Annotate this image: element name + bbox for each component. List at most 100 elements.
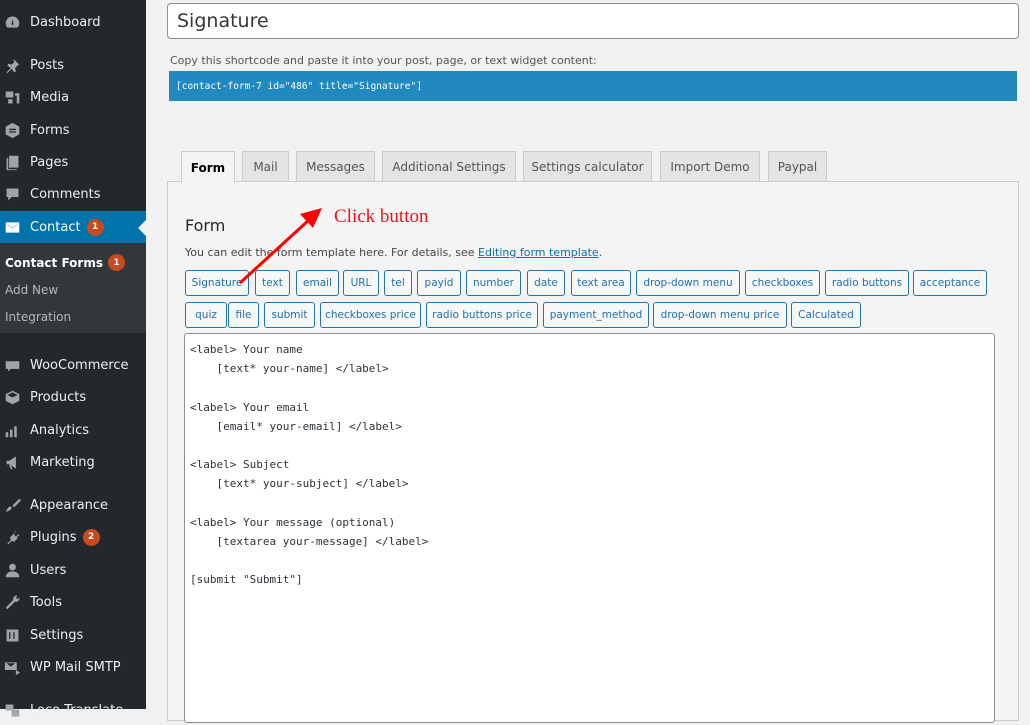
comment-icon — [2, 184, 22, 204]
sidebar-item-dashboard[interactable]: Dashboard — [0, 7, 146, 37]
editing-form-template-link[interactable]: Editing form template — [478, 246, 599, 259]
submenu-label: Integration — [5, 310, 72, 324]
tab-import-demo[interactable]: Import Demo — [660, 151, 760, 182]
sidebar-item-tools[interactable]: Tools — [0, 587, 146, 617]
sidebar-item-analytics[interactable]: Analytics — [0, 415, 146, 445]
shortcode-label: Copy this shortcode and paste it into yo… — [170, 54, 597, 67]
sidebar-item-forms[interactable]: Forms — [0, 115, 146, 145]
tag-button-radio-buttons[interactable]: radio buttons — [825, 270, 909, 296]
tab-additional-settings[interactable]: Additional Settings — [382, 151, 516, 182]
notification-badge: 1 — [86, 218, 104, 236]
sidebar-item-pages[interactable]: Pages — [0, 147, 146, 177]
tag-button-signature[interactable]: Signature — [185, 270, 249, 296]
tab-paypal[interactable]: Paypal — [768, 151, 827, 182]
pin-icon — [2, 55, 22, 75]
tag-button-checkboxes[interactable]: checkboxes — [745, 270, 820, 296]
tag-button-payid[interactable]: payid — [417, 270, 461, 296]
tag-button-radio-buttons-price[interactable]: radio buttons price — [426, 302, 538, 328]
sidebar-item-loco-translate[interactable]: Loco Translate — [0, 695, 146, 725]
sidebar-item-label: Posts — [30, 57, 64, 73]
tag-button-payment-method[interactable]: payment_method — [543, 302, 649, 328]
paintbrush-icon — [2, 495, 22, 515]
tag-button-text[interactable]: text — [255, 270, 290, 296]
sliders-icon — [2, 625, 22, 645]
tag-button-tel[interactable]: tel — [384, 270, 412, 296]
form-template-editor[interactable] — [184, 333, 995, 723]
sidebar-item-label: Appearance — [30, 497, 109, 513]
description-end: . — [598, 246, 603, 259]
sidebar-item-woocommerce[interactable]: WooCommerce — [0, 350, 146, 380]
bar-chart-icon — [2, 420, 22, 440]
sidebar-item-label: Pages — [30, 154, 69, 170]
tag-button-drop-down-menu[interactable]: drop-down menu — [636, 270, 740, 296]
wrench-icon — [2, 592, 22, 612]
panel-description: You can edit the form template here. For… — [185, 246, 602, 259]
tag-button-checkboxes-price[interactable]: checkboxes price — [320, 302, 421, 328]
sidebar-item-posts[interactable]: Posts — [0, 50, 146, 80]
sidebar-item-products[interactable]: Products — [0, 382, 146, 412]
annotation-label: Click button — [334, 206, 429, 227]
sidebar-item-label: Marketing — [30, 454, 95, 470]
sidebar-item-contact[interactable]: Contact 1 — [0, 211, 146, 243]
sidebar-item-wp-mail-smtp[interactable]: WP Mail SMTP — [0, 652, 146, 682]
media-icon — [2, 87, 22, 107]
sidebar-item-label: Plugins — [30, 529, 77, 545]
tab-mail[interactable]: Mail — [242, 151, 289, 182]
shortcode-field[interactable]: [contact-form-7 id="486" title="Signatur… — [169, 71, 1017, 101]
submenu-label: Contact Forms — [5, 255, 103, 270]
admin-sidebar: Dashboard Posts Media Forms Pages Commen… — [0, 0, 146, 718]
plug-icon — [2, 527, 22, 547]
woo-icon — [2, 355, 22, 375]
tag-button-number[interactable]: number — [466, 270, 521, 296]
tag-button-acceptance[interactable]: acceptance — [913, 270, 987, 296]
sidebar-item-appearance[interactable]: Appearance — [0, 490, 146, 520]
submenu-label: Add New — [5, 283, 59, 297]
sidebar-item-label: Settings — [30, 627, 84, 643]
forms-icon — [2, 120, 22, 140]
active-caret — [138, 220, 146, 236]
description-text: You can edit the form template here. For… — [185, 246, 479, 259]
tag-button-date[interactable]: date — [527, 270, 565, 296]
tag-button-email[interactable]: email — [296, 270, 339, 296]
sidebar-item-users[interactable]: Users — [0, 555, 146, 585]
tag-button-submit[interactable]: submit — [264, 302, 315, 328]
sidebar-item-label: Tools — [30, 594, 63, 610]
pages-icon — [2, 152, 22, 172]
sidebar-item-label: WooCommerce — [30, 357, 129, 373]
sidebar-item-label: Users — [30, 562, 67, 578]
mail-send-icon — [2, 657, 22, 677]
tab-form[interactable]: Form — [181, 151, 235, 183]
contact-submenu: Contact Forms 1 Add New Integration — [0, 243, 146, 333]
sidebar-item-label: Dashboard — [30, 14, 101, 30]
submenu-add-new[interactable]: Add New — [5, 283, 58, 297]
sidebar-item-label: Contact — [30, 219, 81, 235]
tag-button-calculated[interactable]: Calculated — [791, 302, 861, 328]
notification-badge: 2 — [82, 528, 100, 546]
dashboard-icon — [2, 12, 22, 32]
box-icon — [2, 387, 22, 407]
translate-icon — [2, 700, 22, 720]
tag-button-drop-down-menu-price[interactable]: drop-down menu price — [653, 302, 787, 328]
form-title-input[interactable] — [167, 3, 1019, 39]
tab-messages[interactable]: Messages — [296, 151, 375, 182]
submenu-integration[interactable]: Integration — [5, 310, 71, 324]
sidebar-item-settings[interactable]: Settings — [0, 620, 146, 650]
sidebar-item-comments[interactable]: Comments — [0, 179, 146, 209]
tag-button-url[interactable]: URL — [343, 270, 379, 296]
sidebar-item-label: Analytics — [30, 422, 90, 438]
sidebar-item-label: Media — [30, 89, 70, 105]
submenu-contact-forms[interactable]: Contact Forms 1 — [5, 254, 125, 271]
tag-button-file[interactable]: file — [228, 302, 259, 328]
tab-settings-calculator[interactable]: Settings calculator — [523, 151, 652, 182]
envelope-icon — [2, 217, 22, 237]
sidebar-item-media[interactable]: Media — [0, 82, 146, 112]
tag-button-quiz[interactable]: quiz — [185, 302, 227, 328]
sidebar-item-plugins[interactable]: Plugins 2 — [0, 522, 146, 552]
tag-button-text-area[interactable]: text area — [571, 270, 631, 296]
sidebar-item-label: Comments — [30, 186, 101, 202]
panel-heading: Form — [185, 216, 226, 235]
sidebar-item-label: Forms — [30, 122, 70, 138]
shortcode-text[interactable]: [contact-form-7 id="486" title="Signatur… — [176, 81, 422, 92]
sidebar-item-marketing[interactable]: Marketing — [0, 447, 146, 477]
sidebar-item-label: Loco Translate — [30, 702, 124, 718]
